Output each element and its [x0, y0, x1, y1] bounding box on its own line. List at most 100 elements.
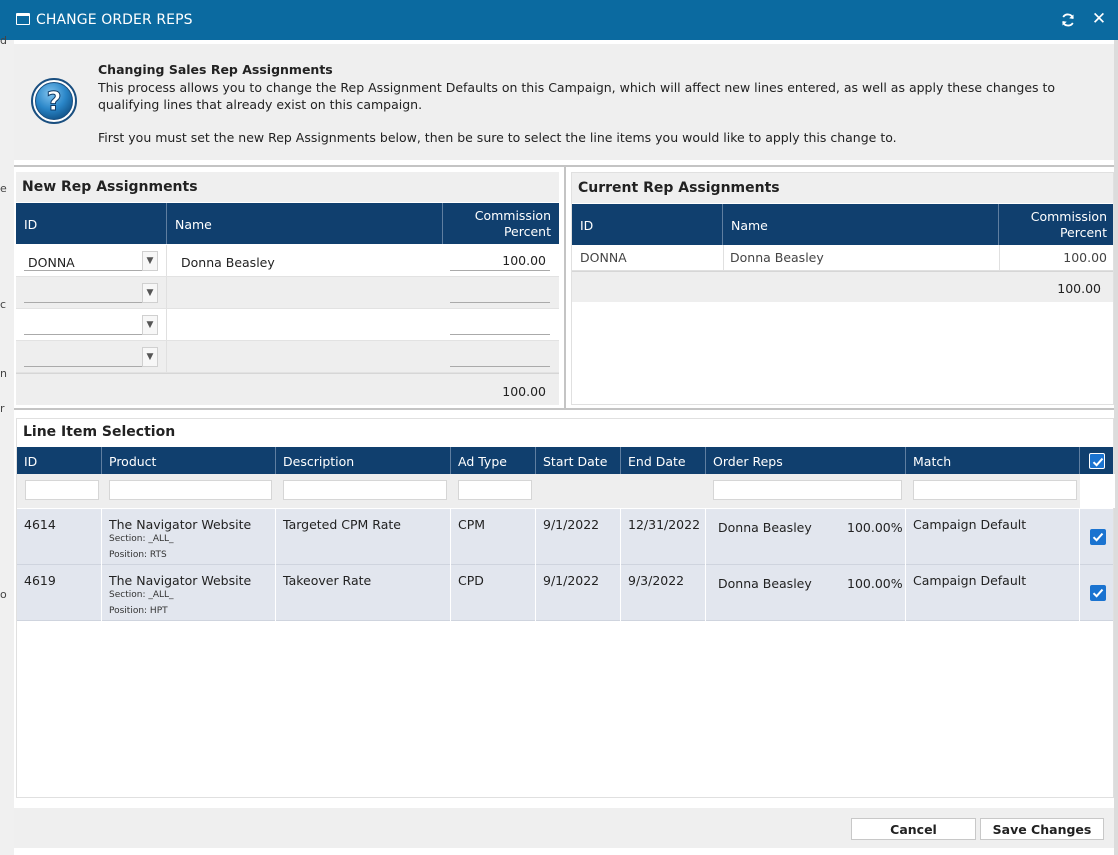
check-icon	[1092, 532, 1104, 542]
column-header-label: ID	[580, 218, 594, 233]
column-header-order-reps[interactable]: Order Reps	[706, 447, 906, 474]
column-header-product[interactable]: Product	[102, 447, 276, 474]
filter-description-input[interactable]	[283, 480, 447, 500]
rep-row: DONNA ▼ Donna Beasley	[16, 245, 559, 277]
column-header-label: Ad Type	[458, 454, 507, 469]
cell-id: 4614	[17, 509, 102, 565]
product-name: The Navigator Website	[109, 517, 252, 532]
close-icon[interactable]: ✕	[1090, 9, 1108, 29]
current-reps-grid-header: ID Name Commission Percent	[572, 204, 1113, 245]
current-reps-total-bar: 100.00	[572, 271, 1113, 302]
filter-id-input[interactable]	[25, 480, 99, 500]
column-header-label: Percent	[1059, 225, 1107, 240]
product-position: Position: RTS	[109, 550, 167, 560]
column-header-label: Product	[109, 454, 157, 469]
rep-id-combo[interactable]: DONNA ▼	[24, 251, 158, 271]
product-position: Position: HPT	[109, 606, 168, 616]
rep-name-cell	[166, 341, 167, 372]
rep-id: DONNA	[580, 250, 627, 265]
cell-divider	[999, 245, 1000, 270]
column-header-label: Commission	[1030, 209, 1107, 224]
start-date: 9/1/2022	[543, 573, 600, 588]
column-header-start-date[interactable]: Start Date	[536, 447, 621, 474]
commission-percent-input[interactable]	[450, 347, 550, 367]
window-icon	[16, 13, 30, 25]
background-text-fragment: e	[0, 182, 7, 195]
cancel-button[interactable]: Cancel	[851, 818, 976, 840]
rep-id-combo[interactable]: ▼	[24, 315, 158, 335]
row-select-checkbox[interactable]	[1090, 529, 1106, 545]
cell-order-reps: Donna Beasley 100.00%	[706, 509, 906, 565]
cell-select	[1080, 509, 1115, 565]
cell-ad-type: CPM	[451, 509, 536, 565]
table-row[interactable]: 4619 The Navigator Website Section: _ALL…	[17, 565, 1113, 621]
commission-percent-input[interactable]	[450, 315, 550, 335]
column-header-commission-percent[interactable]: Commission Percent	[443, 203, 559, 244]
cell-start-date: 9/1/2022	[536, 565, 621, 621]
filter-match-input[interactable]	[913, 480, 1077, 500]
background-text-fragment: c	[0, 298, 7, 311]
product-name: The Navigator Website	[109, 573, 252, 588]
column-header-id[interactable]: ID	[572, 204, 723, 245]
cell-end-date: 9/3/2022	[621, 565, 706, 621]
cell-match: Campaign Default	[906, 509, 1080, 565]
description: Targeted CPM Rate	[283, 517, 401, 532]
new-reps-total: 100.00	[502, 384, 546, 399]
chevron-down-icon[interactable]: ▼	[142, 315, 158, 335]
filter-row	[17, 474, 1115, 508]
svg-text:?: ?	[46, 87, 61, 117]
column-header-label: Order Reps	[713, 454, 783, 469]
match: Campaign Default	[913, 517, 1027, 532]
refresh-icon[interactable]	[1058, 10, 1078, 30]
filter-ad-type-input[interactable]	[458, 480, 532, 500]
background-text-fragment: n	[0, 367, 7, 380]
product-section: Section: _ALL_	[109, 534, 174, 544]
row-select-checkbox[interactable]	[1090, 585, 1106, 601]
dialog-title: CHANGE ORDER REPS	[36, 12, 193, 28]
save-changes-button[interactable]: Save Changes	[980, 818, 1104, 840]
rep-id-combo[interactable]: ▼	[24, 283, 158, 303]
column-header-label: Percent	[503, 224, 551, 239]
rep-name-cell	[166, 277, 167, 308]
info-banner: ? Changing Sales Rep Assignments This pr…	[14, 44, 1114, 160]
background-text-fragment: o	[0, 588, 7, 601]
panel-title: Current Rep Assignments	[572, 173, 1113, 203]
new-reps-total-bar: 100.00	[16, 373, 559, 405]
column-header-id[interactable]: ID	[17, 447, 102, 474]
select-all-checkbox[interactable]	[1089, 453, 1105, 469]
filter-order-reps-input[interactable]	[713, 480, 902, 500]
chevron-down-icon[interactable]: ▼	[142, 251, 158, 271]
help-icon: ?	[30, 77, 78, 125]
column-header-name[interactable]: Name	[167, 203, 443, 244]
column-header-commission-percent[interactable]: Commission Percent	[999, 204, 1113, 245]
column-header-ad-type[interactable]: Ad Type	[451, 447, 536, 474]
info-instruction: First you must set the new Rep Assignmen…	[98, 130, 897, 145]
column-header-end-date[interactable]: End Date	[621, 447, 706, 474]
rep-id-combo[interactable]: ▼	[24, 347, 158, 367]
column-header-select-all	[1080, 447, 1115, 474]
check-icon	[1092, 588, 1104, 598]
check-icon	[1092, 457, 1104, 467]
table-row[interactable]: 4614 The Navigator Website Section: _ALL…	[17, 509, 1113, 565]
cell-end-date: 12/31/2022	[621, 509, 706, 565]
chevron-down-icon[interactable]: ▼	[142, 283, 158, 303]
filter-product-input[interactable]	[109, 480, 272, 500]
panel-title: New Rep Assignments	[16, 172, 559, 202]
commission-percent-input[interactable]	[450, 283, 550, 303]
rep-name: Donna Beasley	[730, 250, 824, 265]
column-header-description[interactable]: Description	[276, 447, 451, 474]
column-header-match[interactable]: Match	[906, 447, 1080, 474]
column-header-id[interactable]: ID	[16, 203, 167, 244]
rep-row: ▼	[16, 341, 559, 373]
column-header-label: Start Date	[543, 454, 608, 469]
commission-percent-input[interactable]	[450, 251, 550, 271]
rep-name-cell: Donna Beasley	[166, 245, 275, 276]
filter-blank-cell	[1080, 474, 1115, 508]
line-item-selection-panel: Line Item Selection ID Product Descripti…	[16, 418, 1115, 798]
chevron-down-icon[interactable]: ▼	[142, 347, 158, 367]
line-id: 4614	[24, 517, 56, 532]
column-header-name[interactable]: Name	[723, 204, 999, 245]
cell-description: Takeover Rate	[276, 565, 451, 621]
background-text-fragment: r	[0, 402, 5, 415]
cell-product: The Navigator Website Section: _ALL_ Pos…	[102, 565, 276, 621]
